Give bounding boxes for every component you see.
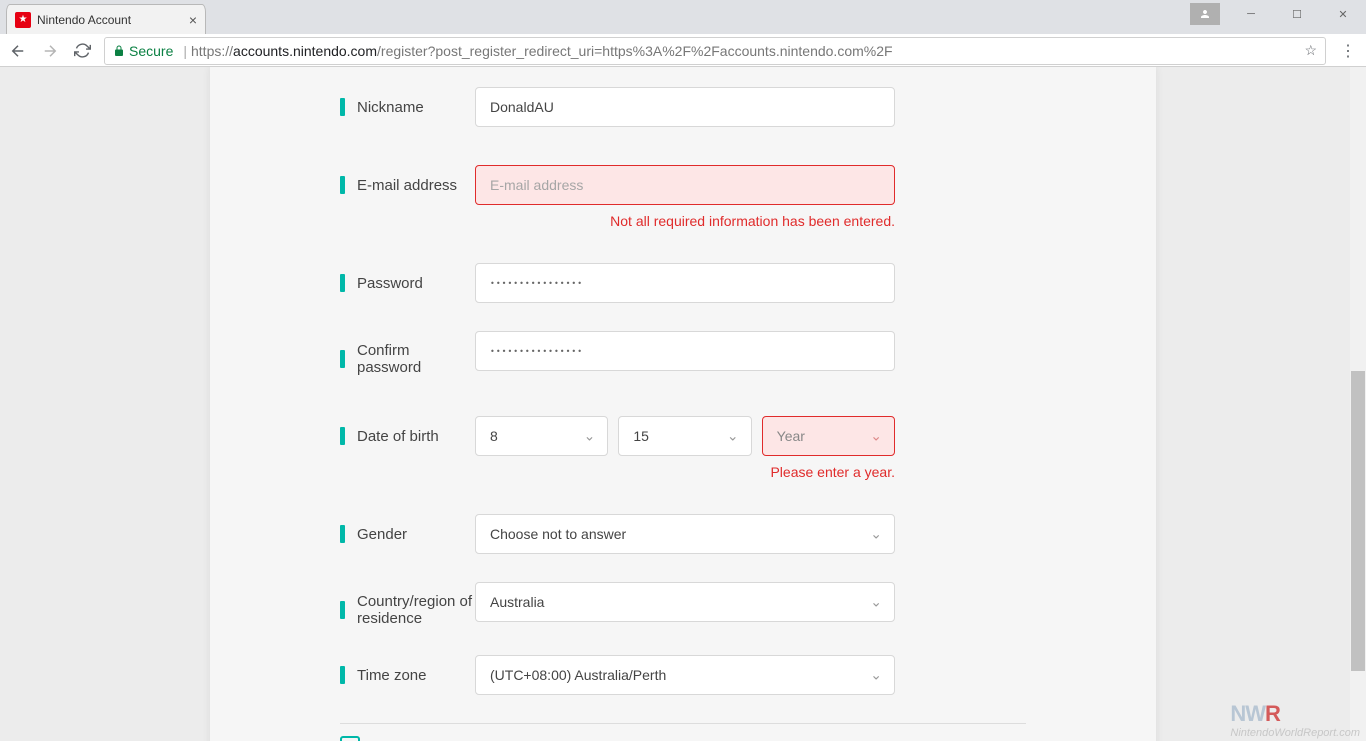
country-select[interactable]: Australia⌄ [475, 582, 895, 622]
browser-tab[interactable]: ★ Nintendo Account × [6, 4, 206, 34]
chevron-down-icon: ⌄ [870, 526, 882, 543]
viewport: Nickname E-mail address Not all required… [0, 67, 1366, 741]
chevron-down-icon: ⌄ [584, 428, 596, 445]
back-button[interactable] [8, 41, 28, 61]
watermark: NWR NintendoWorldReport.com [1230, 701, 1360, 739]
required-indicator [340, 98, 345, 116]
reload-button[interactable] [72, 41, 92, 61]
bookmark-star-icon[interactable]: ☆ [1304, 42, 1317, 59]
scrollbar-track[interactable] [1350, 67, 1366, 741]
dob-label: Date of birth [357, 428, 439, 445]
chevron-down-icon: ⌄ [870, 667, 882, 684]
lock-icon: Secure [113, 43, 173, 59]
timezone-label: Time zone [357, 667, 426, 684]
forward-button[interactable] [40, 41, 60, 61]
email-label: E-mail address [357, 177, 457, 194]
divider [340, 723, 1026, 724]
registration-form: Nickname E-mail address Not all required… [210, 67, 1156, 741]
chevron-down-icon: ⌄ [870, 428, 882, 445]
url-input[interactable]: Secure | https://accounts.nintendo.com/r… [104, 37, 1326, 65]
user-avatar-icon[interactable] [1190, 3, 1220, 25]
chevron-down-icon: ⌄ [727, 428, 739, 445]
confirm-password-label: Confirm password [357, 342, 475, 376]
chevron-down-icon: ⌄ [870, 594, 882, 611]
window-close-icon[interactable]: ✕ [1320, 0, 1366, 28]
country-label: Country/region of residence [357, 593, 475, 627]
password-input[interactable]: •••••••••••••••• [475, 263, 895, 303]
dob-error-message: Please enter a year. [475, 464, 895, 480]
terms-row: ✔ I agree to the Nintendo Account User A… [210, 736, 1156, 741]
gender-select[interactable]: Choose not to answer⌄ [475, 514, 895, 554]
gender-label: Gender [357, 526, 407, 543]
timezone-select[interactable]: (UTC+08:00) Australia/Perth⌄ [475, 655, 895, 695]
url-text: https://accounts.nintendo.com/register?p… [191, 43, 893, 59]
dob-month-select[interactable]: 8⌄ [475, 416, 608, 456]
nickname-label: Nickname [357, 99, 424, 116]
secure-label: Secure [129, 43, 173, 59]
window-maximize-icon[interactable]: ☐ [1274, 0, 1320, 28]
address-bar: Secure | https://accounts.nintendo.com/r… [0, 34, 1366, 67]
confirm-password-input[interactable]: •••••••••••••••• [475, 331, 895, 371]
scrollbar-thumb[interactable] [1351, 371, 1365, 671]
dob-year-select[interactable]: Year⌄ [762, 416, 895, 456]
browser-chrome: ★ Nintendo Account × ─ ☐ ✕ Secure | http… [0, 0, 1366, 67]
tab-bar: ★ Nintendo Account × ─ ☐ ✕ [0, 0, 1366, 34]
password-label: Password [357, 275, 423, 292]
window-minimize-icon[interactable]: ─ [1228, 0, 1274, 28]
favicon-icon: ★ [15, 12, 31, 28]
window-controls: ─ ☐ ✕ [1190, 0, 1366, 28]
email-input[interactable] [475, 165, 895, 205]
tab-close-icon[interactable]: × [189, 12, 197, 28]
email-error-message: Not all required information has been en… [475, 213, 895, 229]
browser-menu-icon[interactable]: ⋮ [1338, 41, 1358, 61]
tab-title: Nintendo Account [37, 13, 131, 27]
nickname-input[interactable] [475, 87, 895, 127]
terms-checkbox[interactable]: ✔ [340, 736, 360, 741]
dob-day-select[interactable]: 15⌄ [618, 416, 751, 456]
